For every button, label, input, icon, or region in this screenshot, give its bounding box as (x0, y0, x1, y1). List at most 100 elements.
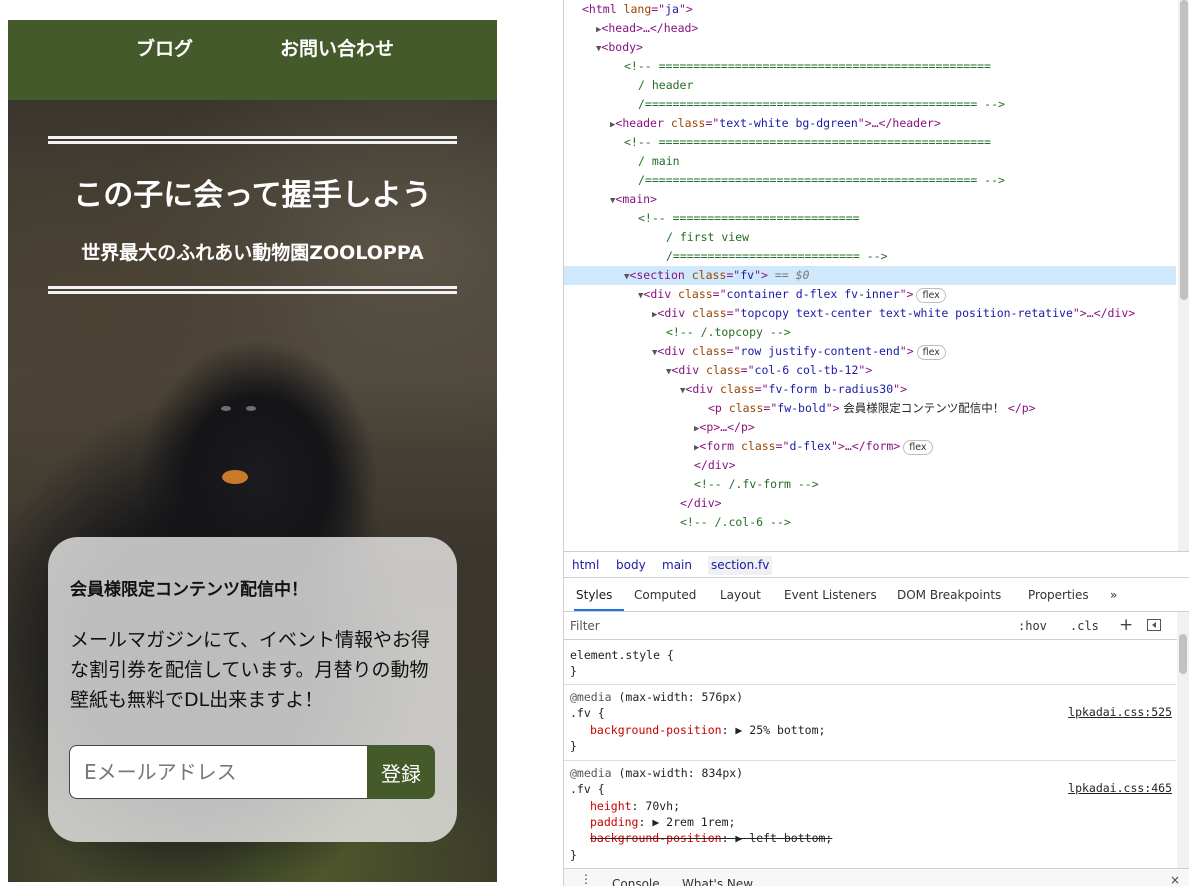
dom-node[interactable]: ▶<div class="topcopy text-center text-wh… (564, 304, 1176, 323)
hov-toggle[interactable]: :hov (1018, 619, 1047, 633)
flex-badge[interactable]: flex (916, 288, 946, 303)
tab-dom-breakpoints[interactable]: DOM Breakpoints (897, 588, 1001, 602)
dom-token: <p (708, 401, 729, 415)
dom-node[interactable]: /=========================== --> (564, 247, 1176, 266)
sidebar-toggle-icon[interactable] (1147, 619, 1161, 631)
new-rule-plus-icon[interactable]: + (1119, 615, 1133, 635)
register-button[interactable]: 登録 (367, 745, 435, 799)
dom-node[interactable]: <!-- /.topcopy --> (564, 323, 1176, 342)
flex-badge[interactable]: flex (903, 440, 933, 455)
dom-node[interactable]: <p class="fw-bold"> 会員様限定コンテンツ配信中！ </p> (564, 399, 1176, 418)
element-style-selector[interactable]: element.style { (570, 647, 674, 663)
dom-node[interactable]: ▶<header class="text-white bg-dgreen">…<… (564, 114, 1176, 133)
dom-node-selected[interactable]: ▼<section class="fv"> == $0 (564, 266, 1176, 285)
dom-node[interactable]: ▼<div class="fv-form b-radius30"> (564, 380, 1176, 399)
breadcrumb-main[interactable]: main (662, 558, 692, 572)
css-value[interactable]: ▶ 2rem 1rem; (652, 815, 735, 829)
dom-node[interactable]: / first view (564, 228, 1176, 247)
form-heading: 会員様限定コンテンツ配信中！ (70, 580, 308, 600)
dom-node[interactable]: </div> (564, 494, 1176, 513)
filter-input[interactable] (570, 616, 1010, 636)
source-link[interactable]: lpkadai.css:525 (1068, 705, 1172, 719)
dom-token: "> (825, 401, 840, 415)
drawer-tab-console[interactable]: Console (612, 877, 660, 886)
dom-token: /=========================== --> (666, 249, 888, 263)
media-query: (max-width: 576px) (611, 690, 744, 704)
tab-properties[interactable]: Properties (1028, 588, 1089, 602)
dom-node[interactable]: / header (564, 76, 1176, 95)
dom-token: ">…</form> (831, 439, 901, 453)
dom-node[interactable]: <html lang="ja"> (564, 0, 1176, 19)
dom-token: <main> (615, 192, 657, 206)
drawer-close-icon[interactable]: × (1170, 873, 1180, 886)
tab-layout[interactable]: Layout (720, 588, 761, 602)
dom-token: =" (726, 306, 741, 320)
dom-node[interactable]: </div> (564, 456, 1176, 475)
styles-filter-bar: :hov .cls + (564, 612, 1189, 640)
breadcrumb-section-fv[interactable]: section.fv (708, 556, 773, 575)
elements-scrollbar-thumb[interactable] (1180, 0, 1188, 300)
css-value[interactable]: 70vh; (638, 799, 680, 813)
dom-node[interactable]: <!-- =========================== (564, 209, 1176, 228)
dom-node[interactable]: ▶<head>…</head> (564, 19, 1176, 38)
rule-media-576: @media (max-width: 576px) .fv { lpkadai.… (564, 685, 1176, 761)
dom-node[interactable]: ▶<p>…</p> (564, 418, 1176, 437)
email-input[interactable] (69, 745, 367, 799)
cls-toggle[interactable]: .cls (1070, 619, 1099, 633)
dom-token: =" (763, 401, 778, 415)
dom-token: <header (615, 116, 671, 130)
hero-subtitle: 世界最大のふれあい動物園ZOOLOPPA (81, 242, 424, 264)
elements-scrollbar[interactable] (1178, 0, 1189, 551)
dom-token: /=======================================… (638, 97, 1005, 111)
dom-token: <!-- /.topcopy --> (666, 325, 791, 339)
nav-link-blog[interactable]: ブログ (136, 34, 193, 61)
styles-scrollbar[interactable] (1177, 612, 1189, 868)
tab-event-listeners[interactable]: Event Listeners (784, 588, 877, 602)
dom-token: class (728, 401, 764, 415)
dom-node[interactable]: <!-- ===================================… (564, 57, 1176, 76)
dom-node[interactable]: ▼<div class="row justify-content-end"> fl… (564, 342, 1176, 361)
more-tabs-icon[interactable]: » (1110, 588, 1117, 602)
css-property[interactable]: background-position (590, 723, 722, 737)
rule-selector[interactable]: .fv { (570, 705, 605, 721)
dom-node[interactable]: ▼<div class="container d-flex fv-inner">… (564, 285, 1176, 304)
first-view-hero: この子に会って握手しよう 世界最大のふれあい動物園ZOOLOPPA 会員様限定コ… (8, 100, 497, 882)
dom-node[interactable]: /=======================================… (564, 171, 1176, 190)
dom-node[interactable]: / main (564, 152, 1176, 171)
dom-node-content: ▼<section class="fv"> == $0 (624, 266, 809, 287)
dom-token: <!-- =========================== (638, 211, 860, 225)
dom-node[interactable]: ▼<body> (564, 38, 1176, 57)
source-link[interactable]: lpkadai.css:465 (1068, 781, 1172, 795)
dom-node[interactable]: ▼<div class="col-6 col-tb-12"> (564, 361, 1176, 380)
nav-link-contact[interactable]: お問い合わせ (280, 34, 394, 61)
css-property[interactable]: padding (590, 815, 638, 829)
dom-node[interactable]: <!-- /.fv-form --> (564, 475, 1176, 494)
tab-styles[interactable]: Styles (576, 588, 612, 602)
dom-token: <head>…</head> (601, 21, 699, 35)
css-value-overridden[interactable]: ▶ left bottom; (735, 831, 832, 845)
media-query: (max-width: 834px) (611, 766, 744, 780)
dom-token: <!-- /.col-6 --> (680, 515, 791, 529)
css-value[interactable]: ▶ 25% bottom; (735, 723, 825, 737)
breadcrumb-body[interactable]: body (616, 558, 646, 572)
dom-token: lang (623, 2, 652, 16)
tab-computed[interactable]: Computed (634, 588, 696, 602)
dom-node[interactable]: /=======================================… (564, 95, 1176, 114)
dom-token: <div (643, 287, 679, 301)
breadcrumb-html[interactable]: html (572, 558, 599, 572)
dom-node-content: <!-- /.col-6 --> (680, 513, 791, 532)
dom-node-content: ▼<div class="container d-flex fv-inner">… (638, 285, 946, 306)
css-property[interactable]: height (590, 799, 632, 813)
dom-node[interactable]: <!-- /.col-6 --> (564, 513, 1176, 532)
styles-scrollbar-thumb[interactable] (1179, 634, 1187, 674)
rule-selector[interactable]: .fv { (570, 781, 605, 797)
drawer-tab-whats-new[interactable]: What's New (682, 877, 753, 886)
rule-close-brace: } (570, 848, 577, 862)
css-property-overridden[interactable]: background-position (590, 831, 722, 845)
flex-badge[interactable]: flex (916, 345, 946, 360)
dom-node[interactable]: <!-- ===================================… (564, 133, 1176, 152)
dom-node[interactable]: ▼<main> (564, 190, 1176, 209)
dom-token: class (691, 268, 727, 282)
drawer-menu-icon[interactable]: ⋮ (580, 872, 592, 886)
dom-node[interactable]: ▶<form class="d-flex">…</form> flex (564, 437, 1176, 456)
